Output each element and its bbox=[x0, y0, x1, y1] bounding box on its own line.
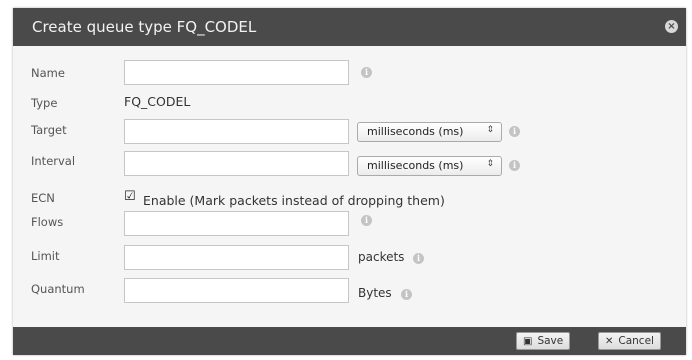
floppy-disk-icon: ▣ bbox=[523, 336, 533, 347]
ecn-checkbox[interactable]: ☑ bbox=[124, 190, 136, 203]
interval-label: Interval bbox=[31, 154, 76, 168]
limit-info-icon[interactable]: i bbox=[413, 253, 424, 264]
interval-unit-selected: milliseconds (ms) bbox=[367, 159, 464, 172]
limit-input[interactable] bbox=[124, 245, 349, 270]
limit-label: Limit bbox=[31, 249, 60, 263]
interval-unit-select[interactable]: milliseconds (ms) ⇕ bbox=[357, 156, 502, 176]
flows-input[interactable] bbox=[124, 211, 349, 236]
quantum-unit: Bytes bbox=[358, 286, 392, 300]
target-unit-select[interactable]: milliseconds (ms) ⇕ bbox=[357, 122, 502, 142]
flows-info-icon[interactable]: i bbox=[361, 215, 372, 226]
save-button[interactable]: ▣ Save bbox=[516, 332, 571, 350]
target-input[interactable] bbox=[124, 119, 349, 144]
interval-input[interactable] bbox=[124, 151, 349, 176]
name-label: Name bbox=[31, 66, 65, 80]
save-button-label: Save bbox=[537, 335, 564, 347]
type-value: FQ_CODEL bbox=[124, 94, 191, 109]
name-info-icon[interactable]: i bbox=[361, 67, 372, 78]
flows-label: Flows bbox=[31, 215, 64, 229]
quantum-input[interactable] bbox=[124, 278, 349, 303]
ecn-label: ECN bbox=[31, 191, 55, 205]
select-arrows-icon: ⇕ bbox=[486, 159, 494, 169]
type-label: Type bbox=[31, 96, 58, 110]
quantum-label: Quantum bbox=[31, 282, 85, 296]
quantum-info-icon[interactable]: i bbox=[401, 289, 412, 300]
name-input[interactable] bbox=[124, 60, 349, 85]
target-info-icon[interactable]: i bbox=[509, 126, 520, 137]
ecn-checkbox-label[interactable]: Enable (Mark packets instead of dropping… bbox=[143, 193, 445, 208]
dialog-title: Create queue type FQ_CODEL bbox=[32, 18, 257, 36]
interval-info-icon[interactable]: i bbox=[509, 160, 520, 171]
dialog-titlebar: Create queue type FQ_CODEL × bbox=[13, 8, 686, 46]
create-queue-dialog: Create queue type FQ_CODEL × Name i Type… bbox=[13, 8, 686, 355]
limit-unit: packets bbox=[358, 250, 405, 264]
cancel-button[interactable]: ✕ Cancel bbox=[598, 332, 661, 350]
x-icon: ✕ bbox=[605, 336, 614, 347]
cancel-button-label: Cancel bbox=[618, 335, 654, 347]
dialog-footer: ▣ Save ✕ Cancel bbox=[13, 327, 686, 355]
close-icon[interactable]: × bbox=[665, 20, 678, 33]
target-unit-selected: milliseconds (ms) bbox=[367, 125, 464, 138]
target-label: Target bbox=[31, 123, 67, 137]
select-arrows-icon: ⇕ bbox=[486, 125, 494, 135]
